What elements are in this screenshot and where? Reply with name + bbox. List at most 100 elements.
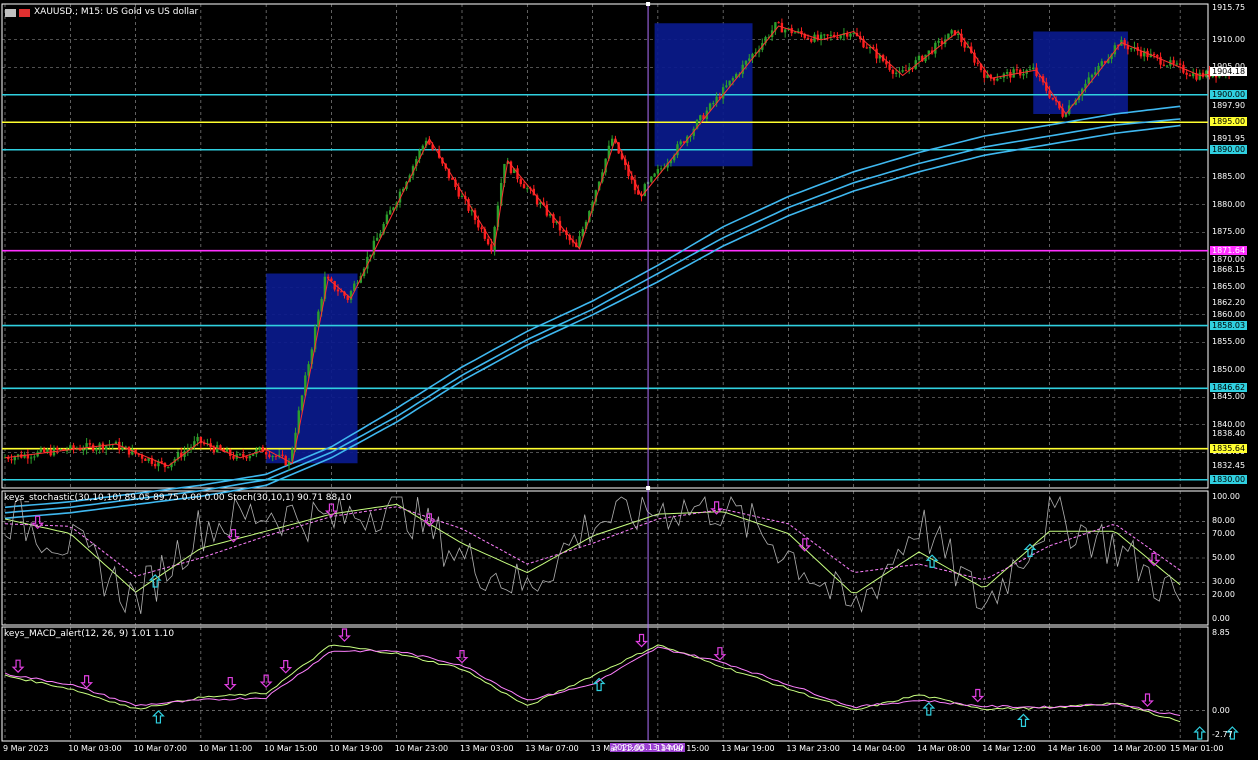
candle-body <box>1005 71 1009 74</box>
stochastic-axis-tick: 70.00 <box>1212 528 1235 538</box>
price-axis-tick: 1875.00 <box>1212 227 1246 237</box>
time-axis-label: 13 Mar 23:00 <box>786 744 840 753</box>
candle-body <box>983 70 986 78</box>
candle-body <box>39 448 43 452</box>
candle-body <box>865 47 868 49</box>
candle-body <box>1090 74 1094 78</box>
candle-body <box>826 34 829 36</box>
candle-body <box>1205 70 1208 77</box>
time-axis-label: 15 Mar 01:00 <box>1170 744 1224 753</box>
candle-body <box>229 449 232 456</box>
candle-body <box>1048 90 1051 98</box>
candle-body <box>274 456 278 458</box>
candle-body <box>271 456 274 458</box>
time-axis-label: 13 Mar 19:00 <box>721 744 775 753</box>
candle-body <box>153 463 157 467</box>
candle-body <box>196 436 199 442</box>
candle-body <box>1022 73 1025 76</box>
candle-body <box>95 448 98 451</box>
candle-body <box>1129 48 1133 50</box>
candle-body <box>934 42 937 54</box>
trading-chart[interactable] <box>0 0 1258 760</box>
candle-body <box>486 238 490 245</box>
stochastic-axis-tick: 80.00 <box>1212 516 1235 526</box>
time-axis-label: 14 Mar 20:00 <box>1112 744 1167 753</box>
candle-body <box>268 454 271 458</box>
time-axis-label: 9 Mar 2023 <box>3 744 49 753</box>
candle-body <box>59 449 62 451</box>
macd-sell-arrow-icon <box>223 676 237 691</box>
candle-body <box>1175 63 1179 65</box>
chart-title: XAUUSD.; M15: US Gold vs US dollar <box>34 7 199 17</box>
candle-body <box>891 69 895 74</box>
candle-body <box>1051 97 1055 100</box>
candle-body <box>42 448 46 453</box>
candle-body <box>1012 69 1015 78</box>
price-axis-tick: 1838.40 <box>1212 428 1246 438</box>
candle-body <box>33 456 36 458</box>
candle-body <box>950 30 953 34</box>
candle-body <box>659 168 663 170</box>
price-axis-tick: 1910.00 <box>1212 34 1246 44</box>
candle-body <box>839 35 842 39</box>
candle-body <box>679 141 682 145</box>
candle-body <box>937 40 940 43</box>
candle-body <box>72 445 75 449</box>
candle-body <box>956 33 960 35</box>
price-axis-tick: 1880.00 <box>1212 199 1246 209</box>
price-axis-tick: 1915.75 <box>1212 3 1246 13</box>
candle-body <box>88 443 92 445</box>
flag-icon <box>19 9 30 17</box>
macd-buy-arrow-icon <box>922 702 936 716</box>
candle-body <box>744 60 748 65</box>
stochastic-axis-tick: 30.00 <box>1212 577 1235 587</box>
candle-body <box>526 188 529 190</box>
price-axis-tick: 1891.95 <box>1212 134 1246 144</box>
candle-body <box>248 455 252 459</box>
time-axis-label: 14 Mar 12:00 <box>982 744 1036 753</box>
candle-body <box>258 447 261 450</box>
candle-body <box>806 37 810 39</box>
time-axis-label: 13 Mar 11:00 <box>590 744 644 753</box>
candle-body <box>810 38 813 42</box>
candle-body <box>656 169 660 174</box>
stochastic-raw-line <box>4 495 1181 614</box>
candle-body <box>232 455 235 459</box>
candle-body <box>264 451 268 455</box>
candle-body <box>167 467 170 469</box>
candle-body <box>728 80 731 86</box>
macd-axis-tick: 8.85 <box>1212 628 1230 637</box>
candle-body <box>1162 64 1166 66</box>
candle-body <box>849 33 852 37</box>
candle-body <box>712 103 715 105</box>
candle-body <box>725 85 728 88</box>
time-axis-label: 10 Mar 15:00 <box>264 744 318 753</box>
price-axis-tick: 1860.00 <box>1212 309 1246 319</box>
candle-body <box>999 77 1002 79</box>
candle-body <box>783 29 787 33</box>
price-level-badge: 1830.00 <box>1210 474 1248 484</box>
price-axis-tick: 1845.00 <box>1212 392 1246 402</box>
stochastic-axis-tick: 20.00 <box>1212 589 1235 599</box>
candle-body <box>777 22 780 24</box>
price-level-badge: 1890.00 <box>1210 144 1248 154</box>
time-axis-label: 14 Mar 16:00 <box>1047 744 1101 753</box>
price-level-badge: 1895.00 <box>1210 117 1248 127</box>
price-axis-tick: 1855.00 <box>1212 337 1246 347</box>
candle-body <box>829 34 833 36</box>
crosshair-handle-top <box>646 2 651 6</box>
candle-body <box>836 36 839 39</box>
chart-type-icon[interactable] <box>5 9 16 17</box>
macd-sell-arrow-icon <box>971 688 985 703</box>
supply-demand-zone <box>1033 31 1128 114</box>
candle-body <box>963 42 966 48</box>
candle-body <box>901 70 904 72</box>
price-level-badge: 1846.62 <box>1210 383 1248 393</box>
candle-body <box>1152 53 1156 55</box>
price-axis-tick: 1897.90 <box>1212 101 1246 111</box>
candle-body <box>917 55 921 61</box>
candle-body <box>1159 56 1162 65</box>
candle-body <box>748 58 751 61</box>
price-axis-tick: 1865.00 <box>1212 282 1246 292</box>
price-axis-tick: 1885.00 <box>1212 172 1246 182</box>
